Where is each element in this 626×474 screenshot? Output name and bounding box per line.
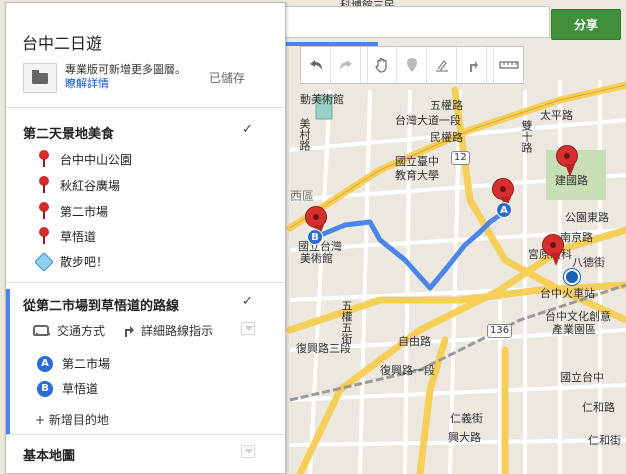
place-item[interactable]: 秋紅谷廣場 bbox=[38, 176, 120, 194]
map-label: 雙十路 bbox=[520, 120, 533, 153]
turn-arrow-icon bbox=[125, 326, 134, 337]
place-item[interactable]: 散步吧！ bbox=[34, 251, 109, 272]
place-item[interactable]: 台中中山公園 bbox=[38, 150, 132, 168]
folder-icon bbox=[32, 69, 48, 84]
layer-options-dropdown[interactable] bbox=[241, 322, 255, 335]
map-label: 美村路 bbox=[298, 118, 311, 151]
stop-label: 草悟道 bbox=[62, 382, 99, 396]
map-label: 仁義街 bbox=[450, 412, 483, 425]
map-editor-panel: 台中二日遊 專業版可新增更多圖層。 瞭解詳情 已儲存 第二天景地美食 ✓ 台中中… bbox=[5, 2, 286, 474]
divider bbox=[6, 434, 285, 435]
map-label: 台中文化創意 bbox=[545, 310, 611, 323]
place-label: 台中中山公園 bbox=[60, 152, 133, 167]
route-stop[interactable]: B 草悟道 bbox=[37, 380, 98, 397]
stop-badge-b: B bbox=[37, 380, 53, 397]
map-label: 自由路 bbox=[398, 335, 431, 348]
ruler-icon[interactable] bbox=[493, 47, 523, 83]
layer-visibility-checkbox[interactable]: ✓ bbox=[242, 295, 256, 308]
map-label: 太平路 bbox=[540, 109, 573, 122]
stop-badge-a: A bbox=[37, 355, 53, 372]
map-label: 產業園區 bbox=[552, 323, 596, 336]
red-pin-icon bbox=[38, 227, 50, 245]
place-item[interactable]: 草悟道 bbox=[38, 227, 96, 245]
map-title[interactable]: 台中二日遊 bbox=[22, 30, 102, 54]
layer-title[interactable]: 基本地圖 bbox=[23, 445, 75, 464]
map-marker-red[interactable] bbox=[556, 145, 578, 177]
route-badge-b[interactable]: B bbox=[307, 229, 323, 245]
directions-label: 詳細路線指示 bbox=[141, 324, 214, 338]
map-label: 復興路一段 bbox=[380, 364, 435, 377]
promo-text: 專業版可新增更多圖層。 瞭解詳情 bbox=[65, 63, 186, 91]
route-stop[interactable]: A 第二市場 bbox=[37, 355, 110, 372]
map-label: 公園東路 bbox=[565, 211, 609, 224]
search-bar[interactable] bbox=[285, 6, 550, 38]
map-label: 仁和路 bbox=[582, 401, 615, 414]
map-label: 西區 bbox=[290, 189, 315, 203]
save-status: 已儲存 bbox=[209, 71, 246, 85]
map-label: 仁和街 bbox=[588, 434, 621, 447]
draw-line-icon[interactable] bbox=[427, 47, 457, 83]
directions-icon[interactable] bbox=[457, 47, 487, 83]
share-button[interactable]: 分享 bbox=[551, 9, 621, 40]
map-label: 興大路 bbox=[448, 431, 481, 444]
layer-visibility-checkbox[interactable]: ✓ bbox=[242, 123, 256, 136]
red-pin-icon bbox=[38, 202, 50, 220]
road-shield: 12 bbox=[451, 151, 470, 165]
learn-more-link[interactable]: 瞭解詳情 bbox=[65, 77, 186, 91]
import-folder-button[interactable] bbox=[23, 63, 57, 93]
base-map-dropdown[interactable] bbox=[241, 445, 255, 458]
red-pin-icon bbox=[38, 176, 50, 194]
stop-label: 第二市場 bbox=[62, 357, 111, 371]
map-label: 國立臺中 bbox=[395, 155, 439, 168]
selected-layer-indicator bbox=[6, 289, 10, 435]
red-pin-icon bbox=[38, 150, 50, 168]
car-icon bbox=[33, 325, 50, 336]
divider bbox=[6, 107, 285, 108]
hand-icon[interactable] bbox=[367, 47, 397, 83]
route-badge-a[interactable]: A bbox=[496, 202, 512, 218]
map-marker-red[interactable] bbox=[542, 234, 564, 266]
place-item[interactable]: 第二市場 bbox=[38, 202, 108, 220]
place-label: 散步吧！ bbox=[60, 255, 109, 269]
map-label: 教育大學 bbox=[395, 169, 439, 182]
promo-message: 專業版可新增更多圖層。 bbox=[65, 63, 186, 76]
marker-icon[interactable] bbox=[397, 47, 427, 83]
map-toolbar bbox=[300, 46, 524, 84]
map-label: 台中火車站 bbox=[540, 287, 595, 300]
map-label: 五權路 bbox=[430, 99, 463, 112]
walk-shape-icon bbox=[34, 251, 54, 272]
layer-title[interactable]: 從第二市場到草悟道的路線 bbox=[23, 295, 179, 314]
redo-icon[interactable] bbox=[331, 47, 361, 83]
divider bbox=[6, 282, 285, 283]
place-label: 草悟道 bbox=[60, 229, 97, 244]
add-destination-link[interactable]: + 新增目的地 bbox=[35, 411, 109, 428]
map-label: 民權路 bbox=[430, 131, 463, 144]
transport-mode[interactable]: 交通方式 bbox=[33, 322, 105, 339]
map-label: 動美術館 bbox=[300, 93, 344, 106]
place-label: 秋紅谷廣場 bbox=[60, 178, 121, 193]
map-label: 國立台中 bbox=[560, 371, 604, 384]
place-label: 第二市場 bbox=[60, 204, 109, 219]
map-label: 美術館 bbox=[300, 252, 333, 265]
map-label: 八德街 bbox=[572, 256, 605, 269]
road-shield: 136 bbox=[487, 324, 513, 338]
map-label: 五權五街 bbox=[340, 300, 353, 344]
train-station-icon bbox=[564, 269, 580, 285]
map-label: 復興路三段 bbox=[296, 342, 351, 355]
undo-icon[interactable] bbox=[301, 47, 331, 83]
step-by-step-directions[interactable]: 詳細路線指示 bbox=[123, 322, 213, 339]
transport-label: 交通方式 bbox=[57, 324, 106, 338]
map-label: 南京路 bbox=[560, 231, 593, 244]
layer-title[interactable]: 第二天景地美食 bbox=[23, 123, 114, 142]
map-label: 台灣大道一段 bbox=[395, 114, 461, 127]
